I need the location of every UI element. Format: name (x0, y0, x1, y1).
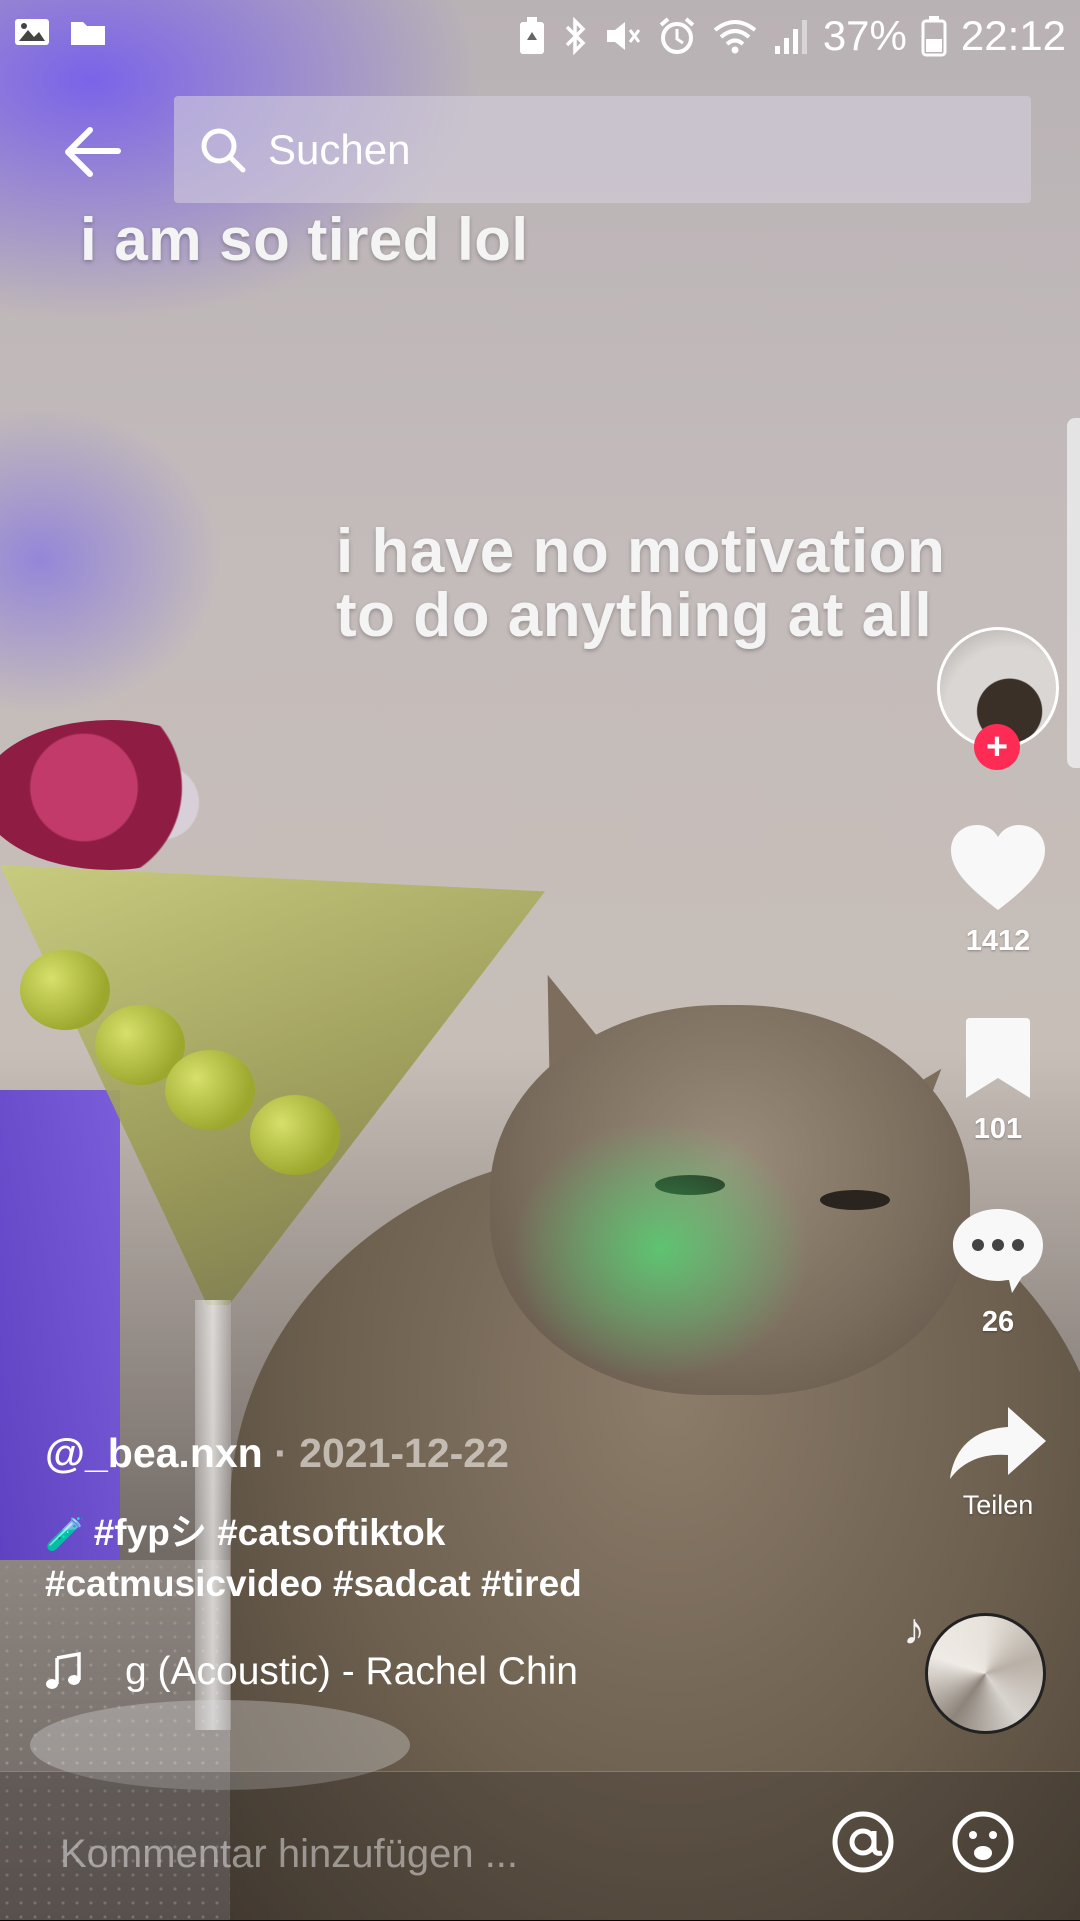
wifi-icon (713, 20, 757, 54)
emoji-icon[interactable] (950, 1809, 1016, 1875)
bluetooth-icon (565, 16, 586, 56)
music-note-icon: ♪ (903, 1605, 925, 1654)
share-label: Teilen (962, 1490, 1034, 1520)
folder-icon (71, 22, 105, 45)
comment-bar: Kommentar hinzufügen ... (0, 1771, 1080, 1921)
bookmark-count: 101 (973, 1113, 1023, 1145)
comment-count: 26 (981, 1306, 1015, 1338)
search-input[interactable]: Suchen (174, 96, 1031, 203)
share-button[interactable]: Teilen (945, 1405, 1051, 1521)
post-caption: 🧪 #fypシ #catsoftiktok #catmusicvideo #sa… (45, 1508, 685, 1609)
video-olive (20, 950, 110, 1030)
music-disc[interactable] (925, 1613, 1046, 1734)
caption-line: 🧪 #fypシ #catsoftiktok (45, 1508, 685, 1559)
comment-input[interactable]: Kommentar hinzufügen ... (60, 1832, 518, 1877)
gallery-icon (15, 19, 49, 45)
bookmark-icon (966, 1018, 1030, 1098)
like-count: 1412 (965, 925, 1031, 957)
bookmark-button[interactable]: 101 (945, 1016, 1051, 1146)
back-arrow-icon[interactable] (58, 118, 128, 188)
mention-icon[interactable] (830, 1809, 896, 1875)
post-author-line: @_bea.nxn · 2021-12-22 (45, 1430, 509, 1477)
search-icon (201, 128, 246, 172)
status-bar: 37% 22:12 (0, 0, 1080, 70)
mute-icon (606, 22, 641, 50)
post-date: 2021-12-22 (299, 1430, 509, 1476)
video-green-light (510, 1120, 810, 1380)
battery-icon (921, 16, 947, 57)
caption-line[interactable]: #catmusicvideo #sadcat #tired (45, 1559, 685, 1609)
sound-row[interactable]: g (Acoustic) - Rachel Chin (45, 1650, 578, 1694)
comment-button[interactable]: 26 (945, 1205, 1051, 1339)
scroll-handle[interactable] (1067, 418, 1080, 768)
video-overlay-text: i am so tired lol (80, 206, 529, 273)
like-button[interactable]: 1412 (945, 822, 1051, 958)
battery-percent: 37% (822, 12, 907, 59)
share-icon (950, 1407, 1046, 1479)
comment-icon (953, 1209, 1043, 1293)
heart-icon (951, 825, 1045, 910)
clock: 22:12 (960, 12, 1066, 59)
video-overlay-line: i have no motivation (336, 517, 946, 586)
status-right: 37% 22:12 (517, 12, 1066, 60)
video-olive (250, 1095, 340, 1175)
alarm-icon (659, 17, 695, 54)
search-placeholder: Suchen (268, 125, 411, 173)
video-overlay-text: i have no motivation to do anything at a… (336, 520, 945, 648)
video-cat-eye-right (820, 1190, 890, 1210)
battery-saver-icon (519, 17, 544, 54)
follow-button[interactable]: + (974, 724, 1020, 770)
status-left (14, 16, 106, 48)
username[interactable]: @_bea.nxn (45, 1430, 263, 1476)
date-separator: · (262, 1430, 300, 1476)
sound-title: g (Acoustic) - Rachel Chin (125, 1650, 578, 1693)
signal-icon (774, 20, 807, 54)
music-note-icon (46, 1652, 81, 1689)
video-overlay-line: to do anything at all (336, 581, 933, 650)
caption-hashtags[interactable]: #fypシ #catsoftiktok (94, 1512, 446, 1553)
video-flowers (0, 720, 240, 870)
caption-emoji-icon: 🧪 (45, 1516, 94, 1552)
video-olive (165, 1050, 255, 1130)
